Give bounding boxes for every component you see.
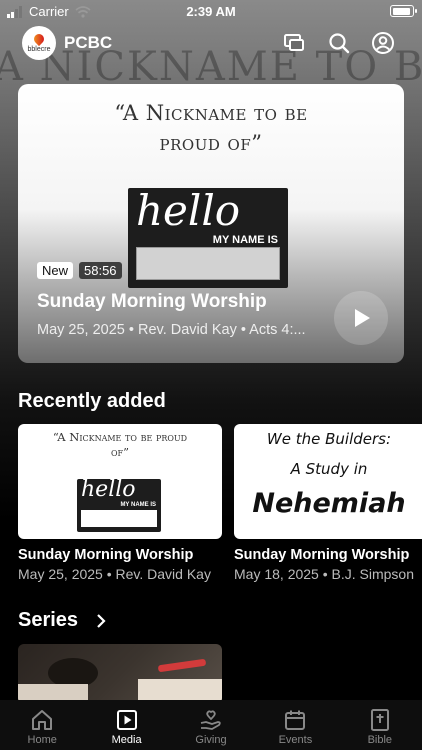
home-icon (32, 710, 53, 730)
series-heading[interactable]: Series (18, 609, 78, 632)
tag-my-name-text: MY NAME IS (212, 234, 278, 246)
search-icon[interactable] (327, 31, 351, 55)
mini-tag-hello-text: hello (81, 479, 136, 502)
flame-icon (31, 31, 47, 46)
tab-label: Giving (195, 734, 227, 746)
play-icon (355, 309, 370, 327)
hero-title: Sunday Morning Worship (37, 291, 267, 312)
tab-home[interactable]: Home (0, 700, 84, 750)
recent-item-thumbnail: We the Builders: A Study in Nehemiah (234, 424, 422, 539)
account-icon[interactable] (371, 31, 395, 55)
org-name: PCBC (64, 33, 113, 52)
mini-hello-tag-graphic: hello MY NAME IS (77, 479, 161, 532)
new-badge: New (37, 262, 74, 279)
tab-label: Bible (367, 734, 393, 746)
church-logo[interactable]: bblecre (22, 26, 56, 60)
thumb-line-3: Nehemiah (252, 488, 406, 519)
pen-graphic (157, 658, 207, 673)
duration-badge: 58:56 (79, 262, 122, 279)
recent-item-title: Sunday Morning Worship (18, 547, 194, 563)
chevron-right-icon[interactable] (95, 613, 107, 629)
thumb-graphic-title: “A Nickname to be proud of” (52, 430, 188, 459)
hello-name-tag-graphic: hello MY NAME IS (128, 188, 288, 288)
cast-icon[interactable] (282, 31, 306, 55)
recent-item[interactable]: We the Builders: A Study in Nehemiah Sun… (234, 424, 422, 582)
recent-item[interactable]: “A Nickname to be proud of” hello MY NAM… (18, 424, 222, 582)
bible-icon (370, 709, 389, 731)
featured-sermon-card[interactable]: “A Nickname to be proud of” hello MY NAM… (18, 84, 404, 363)
recent-item-meta: May 18, 2025 • B.J. Simpson (234, 566, 414, 582)
tab-label: Events (278, 734, 313, 746)
tab-media[interactable]: Media (84, 700, 168, 750)
logo-text: bblecre (27, 45, 51, 53)
mini-tag-my-name-text: MY NAME IS (120, 502, 156, 508)
status-time: 2:39 AM (186, 4, 236, 19)
tab-label: Media (111, 734, 142, 746)
calendar-icon (285, 710, 306, 730)
hero-meta: May 25, 2025 • Rev. David Kay • Acts 4:.… (37, 322, 306, 338)
battery-icon (390, 5, 417, 17)
recent-item-meta: May 25, 2025 • Rev. David Kay (18, 566, 211, 582)
mini-tag-blank-box (81, 510, 157, 527)
tab-events[interactable]: Events (253, 700, 337, 750)
tab-label: Home (27, 734, 57, 746)
giving-icon (200, 710, 221, 730)
app-header: bblecre PCBC (0, 26, 422, 62)
play-button[interactable] (334, 291, 388, 345)
tag-blank-box (136, 247, 280, 280)
recent-item-title: Sunday Morning Worship (234, 547, 410, 563)
tab-giving[interactable]: Giving (169, 700, 253, 750)
series-thumbnail[interactable] (18, 644, 222, 704)
thumb-line-1: We the Builders: (266, 430, 392, 448)
recent-item-thumbnail: “A Nickname to be proud of” hello MY NAM… (18, 424, 222, 539)
recently-added-heading: Recently added (18, 390, 166, 412)
status-bar: Carrier 2:39 AM (0, 0, 422, 22)
tag-hello-text: hello (136, 188, 241, 235)
hero-graphic-title: “A Nickname to be proud of” (114, 101, 308, 155)
tab-bible[interactable]: Bible (338, 700, 422, 750)
thumb-line-2: A Study in (290, 460, 368, 478)
bottom-tab-bar: Home Media Giving Events Bible (0, 700, 422, 750)
media-icon (116, 710, 137, 730)
